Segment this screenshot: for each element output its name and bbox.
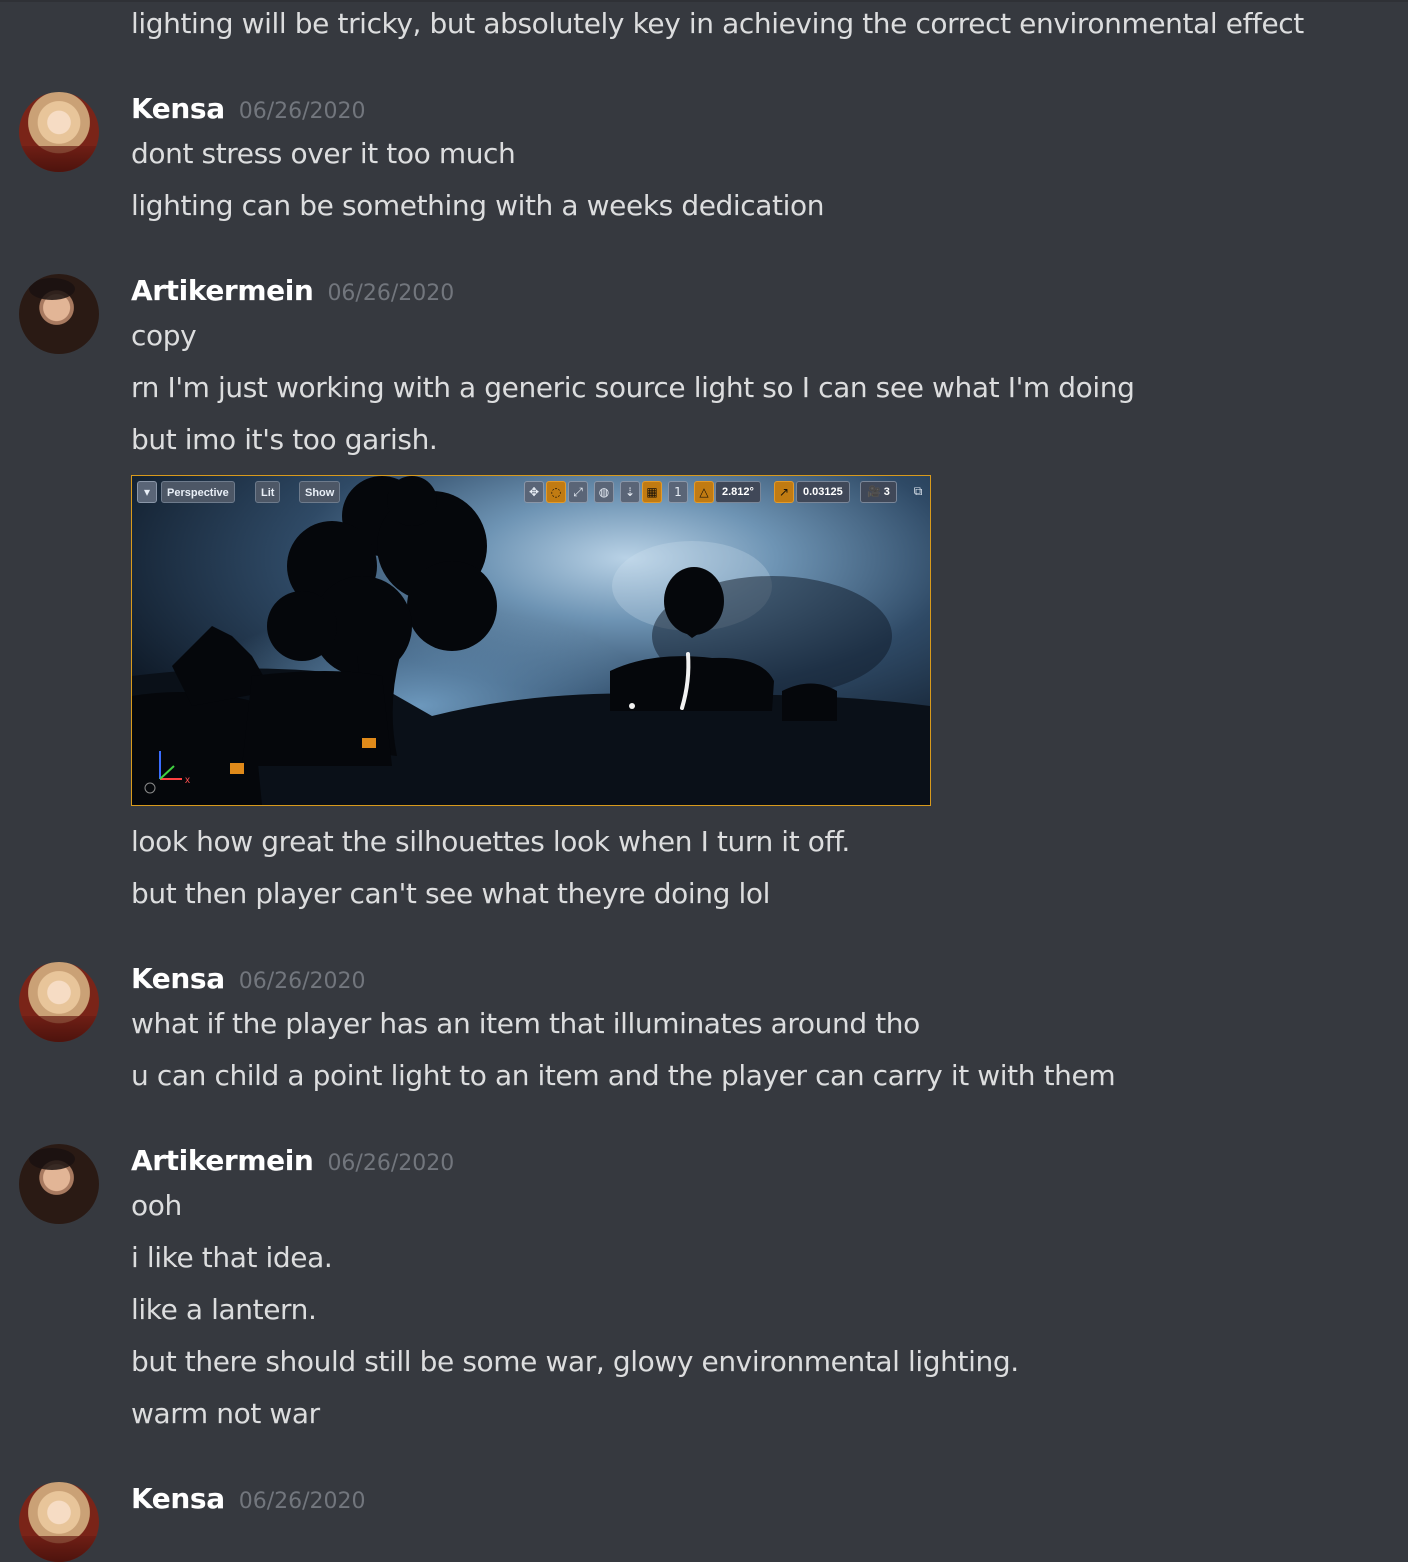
message-text: rn I'm just working with a generic sourc…	[131, 371, 1135, 404]
username[interactable]: Artikermein	[131, 1144, 314, 1177]
grid-snap-icon[interactable]: ▦	[642, 481, 662, 503]
message-text: warm not war	[131, 1397, 320, 1430]
message-text: but there should still be some war, glow…	[131, 1345, 1019, 1378]
message-text: ooh	[131, 1189, 182, 1222]
message-text: like a lantern.	[131, 1293, 317, 1326]
message-text: lighting will be tricky, but absolutely …	[131, 7, 1304, 40]
item-marker	[362, 738, 376, 748]
maximize-icon[interactable]: ⧉	[908, 481, 928, 503]
scale-snap-icon[interactable]: ↗	[774, 481, 794, 503]
timestamp: 06/26/2020	[327, 281, 455, 306]
message-header: Kensa 06/26/2020	[131, 962, 366, 998]
username[interactable]: Kensa	[131, 962, 225, 995]
angle-snap-label: 2.812°	[722, 486, 754, 498]
username[interactable]: Kensa	[131, 92, 225, 125]
viewport-scene: x	[132, 476, 930, 805]
username[interactable]: Artikermein	[131, 274, 314, 307]
message-text: i like that idea.	[131, 1241, 333, 1274]
lit-label: Lit	[261, 487, 275, 499]
message-text: but then player can't see what theyre do…	[131, 877, 770, 910]
grid-size-icon[interactable]: 1	[668, 481, 688, 503]
rock-silhouette	[610, 656, 774, 711]
item-marker	[230, 763, 244, 774]
message-header: Artikermein 06/26/2020	[131, 274, 454, 310]
world-icon[interactable]: ◍	[594, 481, 614, 503]
angle-snap-icon[interactable]: △	[694, 481, 714, 503]
message-header: Artikermein 06/26/2020	[131, 1144, 454, 1180]
lit-button[interactable]: Lit	[255, 481, 281, 503]
timestamp: 06/26/2020	[238, 1489, 366, 1514]
artikermein-avatar[interactable]	[19, 274, 99, 354]
kensa-avatar[interactable]	[19, 962, 99, 1042]
message-text: dont stress over it too much	[131, 137, 516, 170]
timestamp: 06/26/2020	[327, 1151, 455, 1176]
scale-snap-value[interactable]: 0.03125	[796, 481, 850, 503]
perspective-label: Perspective	[167, 487, 229, 499]
scale-icon[interactable]: ⤢	[568, 481, 588, 503]
surface-snap-icon[interactable]: ⇣	[620, 481, 640, 503]
message-header: Kensa 06/26/2020	[131, 1482, 366, 1518]
image-attachment[interactable]: x ▾ Perspective Lit Show ✥ ◌ ⤢ ◍ ⇣ ▦ 1 △…	[131, 475, 931, 806]
kensa-avatar[interactable]	[19, 1482, 99, 1562]
angle-snap-value[interactable]: 2.812°	[715, 481, 761, 503]
message-header: Kensa 06/26/2020	[131, 92, 366, 128]
axis-x-label: x	[185, 775, 190, 786]
scale-snap-label: 0.03125	[803, 486, 843, 498]
show-button[interactable]: Show	[299, 481, 341, 503]
camera-speed-value[interactable]: 🎥 3	[860, 481, 897, 503]
kensa-avatar[interactable]	[19, 92, 99, 172]
rotate-icon[interactable]: ◌	[546, 481, 566, 503]
message-text: but imo it's too garish.	[131, 423, 438, 456]
timestamp: 06/26/2020	[238, 969, 366, 994]
show-label: Show	[305, 487, 335, 499]
top-divider	[0, 0, 1408, 2]
message-text: copy	[131, 319, 197, 352]
perspective-button[interactable]: Perspective	[161, 481, 235, 503]
message-text: look how great the silhouettes look when…	[131, 825, 850, 858]
message-text: what if the player has an item that illu…	[131, 1007, 920, 1040]
message-text: lighting can be something with a weeks d…	[131, 189, 825, 222]
translate-icon[interactable]: ✥	[524, 481, 544, 503]
timestamp: 06/26/2020	[238, 99, 366, 124]
username[interactable]: Kensa	[131, 1482, 225, 1515]
message-text: u can child a point light to an item and…	[131, 1059, 1116, 1092]
viewport-menu-icon[interactable]: ▾	[137, 481, 157, 503]
camera-speed-label: 3	[883, 486, 890, 498]
artikermein-avatar[interactable]	[19, 1144, 99, 1224]
